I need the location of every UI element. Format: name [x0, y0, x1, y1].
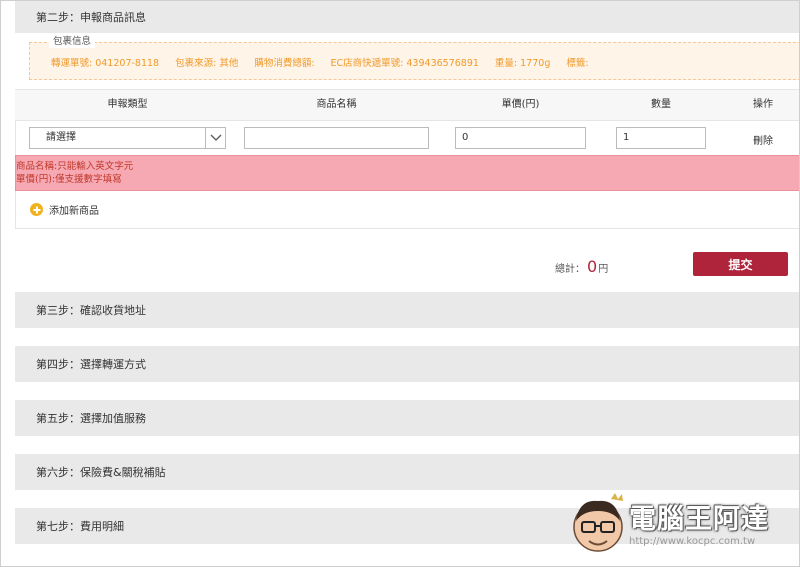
total-value: 0: [587, 257, 598, 276]
package-weight: 重量: 1770g: [494, 58, 551, 69]
package-tags: 標籤:: [566, 58, 589, 69]
add-product-button[interactable]: 添加新商品: [15, 191, 799, 229]
declare-type-select[interactable]: 請選擇: [29, 127, 226, 149]
total-spend: 購物消費總額:: [254, 58, 315, 69]
step4-title: 第四步：選擇轉運方式: [36, 358, 146, 371]
transfer-number: 轉運單號: 041207-8118: [51, 58, 160, 69]
quantity-input[interactable]: 1: [616, 127, 706, 149]
chevron-down-icon[interactable]: [205, 128, 225, 148]
step5-header[interactable]: 第五步：選擇加值服務: [15, 400, 799, 436]
declare-type-value: 請選擇: [46, 132, 76, 143]
step7-title: 第七步：費用明細: [36, 520, 124, 533]
add-product-label: 添加新商品: [49, 206, 99, 217]
plus-circle-icon: [30, 203, 43, 216]
header-unit-price: 單價(円): [501, 99, 540, 110]
total-unit: 円: [598, 264, 609, 275]
watermark-name: 電腦王阿達: [629, 504, 769, 535]
error-product-name: 商品名稱:只能輸入英文字元: [16, 161, 134, 172]
page-frame: 第二步：申報商品訊息 包裹信息 轉運單號: 041207-8118 包裹來源: …: [0, 0, 800, 567]
step6-title: 第六步：保險費&關稅補貼: [36, 466, 166, 479]
header-product-name: 商品名稱: [316, 99, 357, 110]
step2-title: 第二步：申報商品訊息: [36, 11, 146, 24]
submit-button[interactable]: 提交: [693, 252, 788, 276]
header-declare-type: 申報類型: [107, 99, 148, 110]
mascot-face-icon: [573, 493, 623, 552]
unit-price-input[interactable]: 0: [455, 127, 586, 149]
step4-header[interactable]: 第四步：選擇轉運方式: [15, 346, 799, 382]
checkout-content: 第二步：申報商品訊息 包裹信息 轉運單號: 041207-8118 包裹來源: …: [15, 1, 799, 566]
header-actions: 操作: [753, 99, 773, 110]
step3-title: 第三步：確認收貨地址: [36, 304, 146, 317]
package-source: 包裹來源: 其他: [175, 58, 239, 69]
step3-header[interactable]: 第三步：確認收貨地址: [15, 292, 799, 328]
delete-link[interactable]: 刪除: [753, 132, 773, 147]
ec-tracking-number: EC店商快遞單號: 439436576891: [330, 58, 479, 69]
package-info-line: 轉運單號: 041207-8118 包裹來源: 其他 購物消費總額: EC店商快…: [51, 55, 605, 69]
validation-error-box: 商品名稱:只能輸入英文字元 單價(円):僅支援數字填寫: [15, 155, 799, 191]
step5-title: 第五步：選擇加值服務: [36, 412, 146, 425]
total-label: 總計：: [555, 264, 585, 275]
header-quantity: 數量: [651, 99, 671, 110]
product-name-input[interactable]: [244, 127, 429, 149]
total-display: 總計： 0 円: [555, 257, 608, 276]
package-info-title: 包裹信息: [49, 35, 96, 48]
watermark-url: http://www.kocpc.com.tw: [629, 536, 756, 547]
step6-header[interactable]: 第六步：保險費&關稅補貼: [15, 454, 799, 490]
step2-header[interactable]: 第二步：申報商品訊息: [15, 1, 799, 33]
error-unit-price: 單價(円):僅支援數字填寫: [16, 174, 122, 185]
product-table-header: 申報類型 商品名稱 單價(円) 數量 操作: [15, 89, 799, 121]
watermark: 電腦王阿達 http://www.kocpc.com.tw: [567, 489, 792, 559]
